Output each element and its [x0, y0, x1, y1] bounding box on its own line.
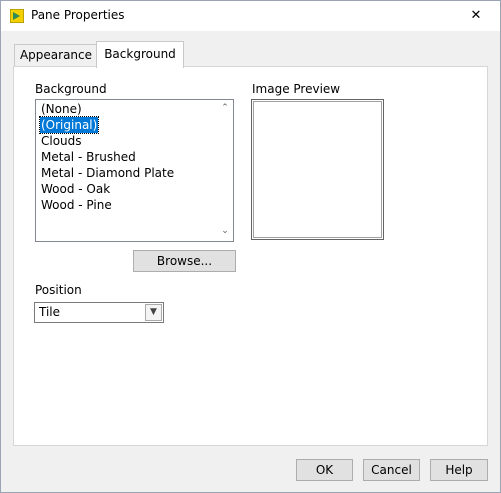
browse-button[interactable]: Browse...	[133, 250, 236, 272]
list-item[interactable]: (None)	[41, 101, 82, 117]
image-preview-box	[251, 99, 384, 240]
list-item[interactable]: Metal - Diamond Plate	[41, 165, 174, 181]
list-item[interactable]: Clouds	[41, 133, 82, 149]
background-listbox[interactable]: (None) (Original) Clouds Metal - Brushed…	[35, 99, 234, 242]
list-item[interactable]: Metal - Brushed	[41, 149, 136, 165]
background-label: Background	[35, 82, 107, 96]
list-item[interactable]: Wood - Oak	[41, 181, 110, 197]
listbox-scrollbar[interactable]: ⌃ ⌄	[217, 100, 233, 241]
position-label: Position	[35, 283, 82, 297]
scroll-up-arrow-icon[interactable]: ⌃	[220, 103, 230, 113]
list-item[interactable]: Wood - Pine	[41, 197, 112, 213]
position-select[interactable]: Tile ▼	[34, 302, 164, 323]
chevron-down-icon[interactable]: ▼	[145, 304, 162, 321]
position-select-value: Tile	[39, 305, 61, 319]
image-preview-label: Image Preview	[252, 82, 341, 96]
scroll-down-arrow-icon[interactable]: ⌄	[220, 226, 230, 236]
image-preview-inner	[253, 101, 382, 238]
list-item-selected[interactable]: (Original)	[38, 116, 100, 134]
